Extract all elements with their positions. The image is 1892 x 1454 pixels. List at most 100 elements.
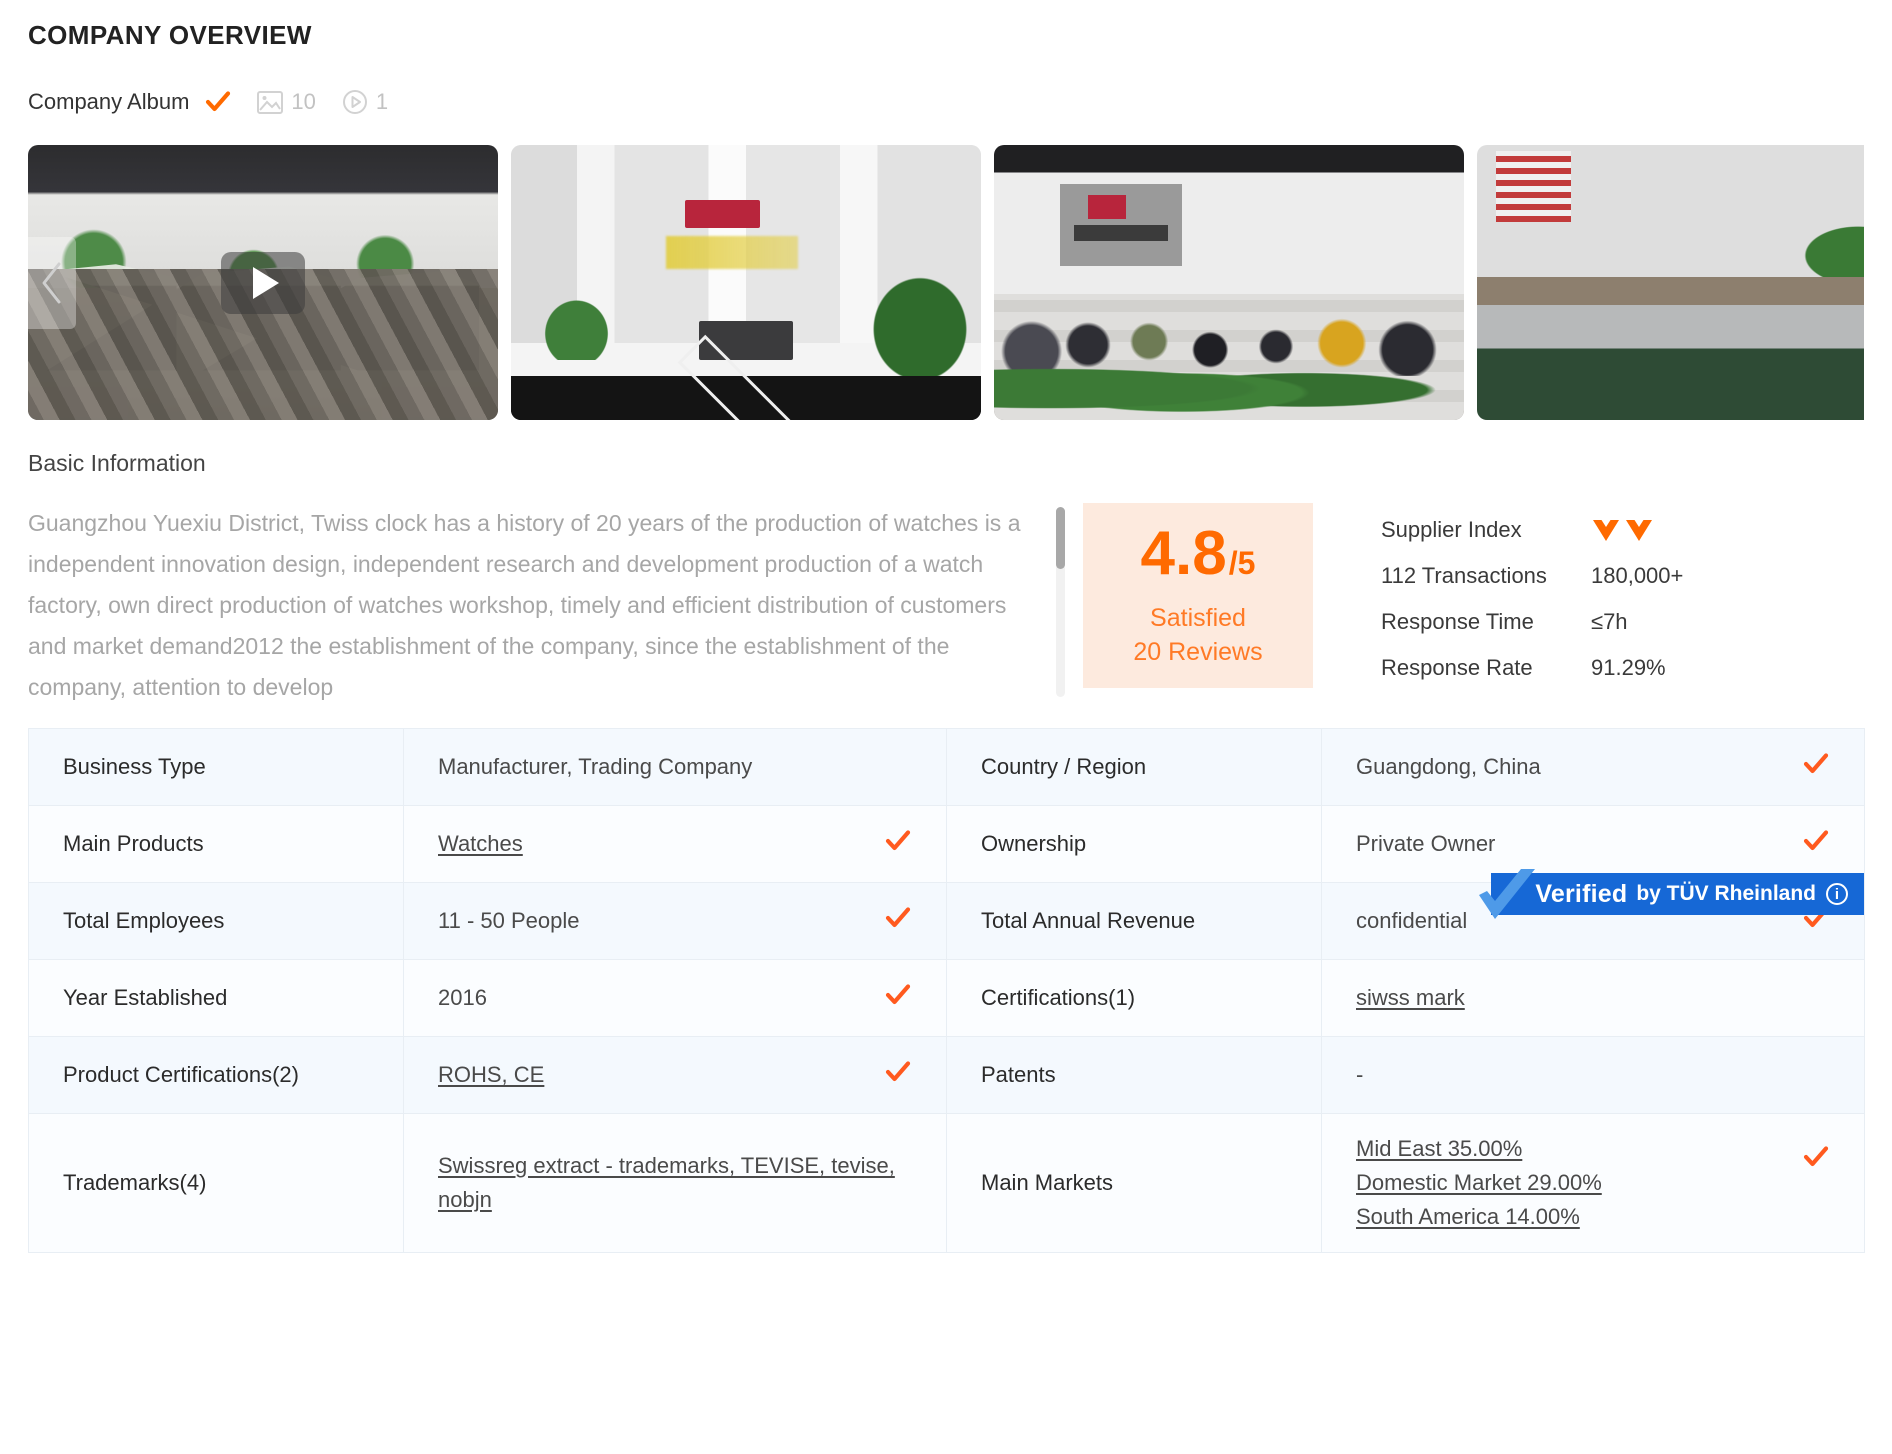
spec-value-link[interactable]: ROHS, CE	[438, 1062, 544, 1087]
spec-value-cell: -	[1321, 1036, 1865, 1114]
rating-reviews: 20 Reviews	[1133, 637, 1263, 666]
spec-key: Trademarks(4)	[28, 1113, 404, 1253]
spec-value-cell: 2016	[403, 959, 947, 1037]
spec-value-link[interactable]: Mid East 35.00% Domestic Market 29.00% S…	[1356, 1132, 1602, 1234]
spec-value: 2016	[438, 985, 487, 1010]
spec-value: Manufacturer, Trading Company	[438, 754, 753, 779]
video-count-stat[interactable]: 1	[342, 89, 388, 115]
spec-value: Guangdong, China	[1356, 754, 1541, 779]
orange-check-icon	[884, 1059, 912, 1091]
verified-badge[interactable]: Verified by TÜV Rheinland i	[1479, 869, 1864, 919]
metric-supplier-index: Supplier Index	[1381, 507, 1801, 553]
supplier-metrics: Supplier Index 112 Transactions 180,000+	[1381, 503, 1801, 691]
spec-value-cell: Private Owner	[1321, 805, 1865, 883]
photo-count-stat[interactable]: 10	[257, 89, 316, 115]
rating-score: 4.8 /5	[1140, 518, 1256, 588]
info-circle-icon[interactable]: i	[1826, 883, 1848, 905]
gallery-item-reception[interactable]	[511, 145, 981, 420]
table-row: Product Certifications(2) ROHS, CE Paten…	[28, 1036, 1865, 1114]
gallery-item-showroom-video[interactable]	[28, 145, 498, 420]
spec-key: Business Type	[28, 728, 404, 806]
spec-value-cell: Manufacturer, Trading Company	[403, 728, 947, 806]
spec-key: Country / Region	[946, 728, 1322, 806]
spec-value-link[interactable]: Swissreg extract - trademarks, TEVISE, t…	[438, 1153, 895, 1212]
company-album-row: Company Album 10 1	[28, 85, 1864, 119]
spec-value-cell: Watches	[403, 805, 947, 883]
company-overview-page: COMPANY OVERVIEW Company Album 10 1 Basi…	[0, 0, 1892, 1454]
rating-label: Satisfied	[1150, 603, 1246, 632]
photo-count-value: 10	[291, 89, 316, 114]
gallery-item-office[interactable]	[994, 145, 1464, 420]
spec-key: Main Products	[28, 805, 404, 883]
metric-value: 91.29%	[1591, 655, 1666, 680]
page-title: COMPANY OVERVIEW	[28, 20, 312, 50]
metric-key: Response Time	[1381, 609, 1534, 634]
table-row: Year Established 2016 Certifications(1) …	[28, 959, 1865, 1037]
spec-value-cell: Mid East 35.00% Domestic Market 29.00% S…	[1321, 1113, 1865, 1253]
blue-check-icon	[1475, 869, 1541, 930]
spec-key: Product Certifications(2)	[28, 1036, 404, 1114]
spec-value: 11 - 50 People	[438, 908, 580, 933]
workshop-photo	[1477, 145, 1864, 420]
orange-check-icon	[1802, 828, 1830, 860]
table-row: Trademarks(4) Swissreg extract - tradema…	[28, 1113, 1865, 1253]
spec-value-link[interactable]: Watches	[438, 831, 523, 856]
basic-information-heading: Basic Information	[28, 450, 206, 476]
company-album-carousel[interactable]	[28, 145, 1864, 420]
diamond-heart-icon	[1591, 517, 1654, 543]
orange-check-icon	[1802, 751, 1830, 783]
rating-value: 4.8	[1140, 518, 1227, 588]
spec-value-cell: ROHS, CE	[403, 1036, 947, 1114]
orange-check-icon	[884, 828, 912, 860]
spec-value-cell: siwss mark	[1321, 959, 1865, 1037]
chevron-left-icon[interactable]	[28, 236, 76, 329]
spec-value: -	[1356, 1062, 1364, 1087]
table-row: Business Type Manufacturer, Trading Comp…	[28, 728, 1865, 806]
spec-value: confidential	[1356, 908, 1468, 933]
video-count-value: 1	[375, 89, 389, 114]
image-icon	[257, 90, 284, 114]
metric-key: Response Rate	[1381, 655, 1533, 680]
metric-key: 112 Transactions	[1381, 563, 1547, 588]
orange-check-icon	[1802, 1144, 1830, 1176]
reception-photo	[511, 145, 981, 420]
orange-check-icon	[205, 89, 231, 115]
spec-key: Ownership	[946, 805, 1322, 883]
company-spec-table: Business Type Manufacturer, Trading Comp…	[28, 728, 1865, 1253]
gallery-item-workshop[interactable]	[1477, 145, 1864, 420]
spec-key: Patents	[946, 1036, 1322, 1114]
basic-information-grid: Guangzhou Yuexiu District, Twiss clock h…	[28, 503, 1864, 708]
description-scrollbar[interactable]	[1056, 507, 1065, 697]
play-circle-icon	[342, 89, 368, 115]
orange-check-icon	[884, 982, 912, 1014]
spec-key: Main Markets	[946, 1113, 1322, 1253]
company-description-text: Guangzhou Yuexiu District, Twiss clock h…	[28, 510, 1021, 700]
metric-transactions: 112 Transactions 180,000+	[1381, 553, 1801, 599]
description-scrollbar-thumb[interactable]	[1056, 507, 1065, 569]
spec-key: Certifications(1)	[946, 959, 1322, 1037]
orange-check-icon	[884, 905, 912, 937]
rating-denominator: /5	[1228, 544, 1256, 581]
metric-value: 180,000+	[1591, 563, 1684, 588]
play-triangle-icon[interactable]	[221, 251, 305, 314]
rating-summary: Satisfied 20 Reviews	[1133, 601, 1262, 669]
spec-value-cell: 11 - 50 People	[403, 882, 947, 960]
spec-key: Total Annual Revenue	[946, 882, 1322, 960]
spec-value: Private Owner	[1356, 831, 1496, 856]
spec-value-cell: Swissreg extract - trademarks, TEVISE, t…	[403, 1113, 947, 1253]
spec-value-cell: Guangdong, China	[1321, 728, 1865, 806]
spec-key: Year Established	[28, 959, 404, 1037]
company-description-panel: Guangzhou Yuexiu District, Twiss clock h…	[28, 503, 1083, 703]
open-office-photo	[994, 145, 1464, 420]
supplier-rating-card: 4.8 /5 Satisfied 20 Reviews	[1083, 503, 1313, 688]
metric-key: Supplier Index	[1381, 517, 1522, 542]
spec-table-body: Business Type Manufacturer, Trading Comp…	[28, 728, 1865, 1253]
spec-value-link[interactable]: siwss mark	[1356, 985, 1465, 1010]
verified-by-label: by TÜV Rheinland	[1636, 882, 1816, 905]
company-album-label: Company Album	[28, 89, 190, 114]
table-row: Main Products Watches Ownership Private …	[28, 805, 1865, 883]
spec-key: Total Employees	[28, 882, 404, 960]
verified-label: Verified	[1535, 879, 1628, 908]
metric-response-rate: Response Rate 91.29%	[1381, 645, 1801, 691]
metric-response-time: Response Time ≤7h	[1381, 599, 1801, 645]
